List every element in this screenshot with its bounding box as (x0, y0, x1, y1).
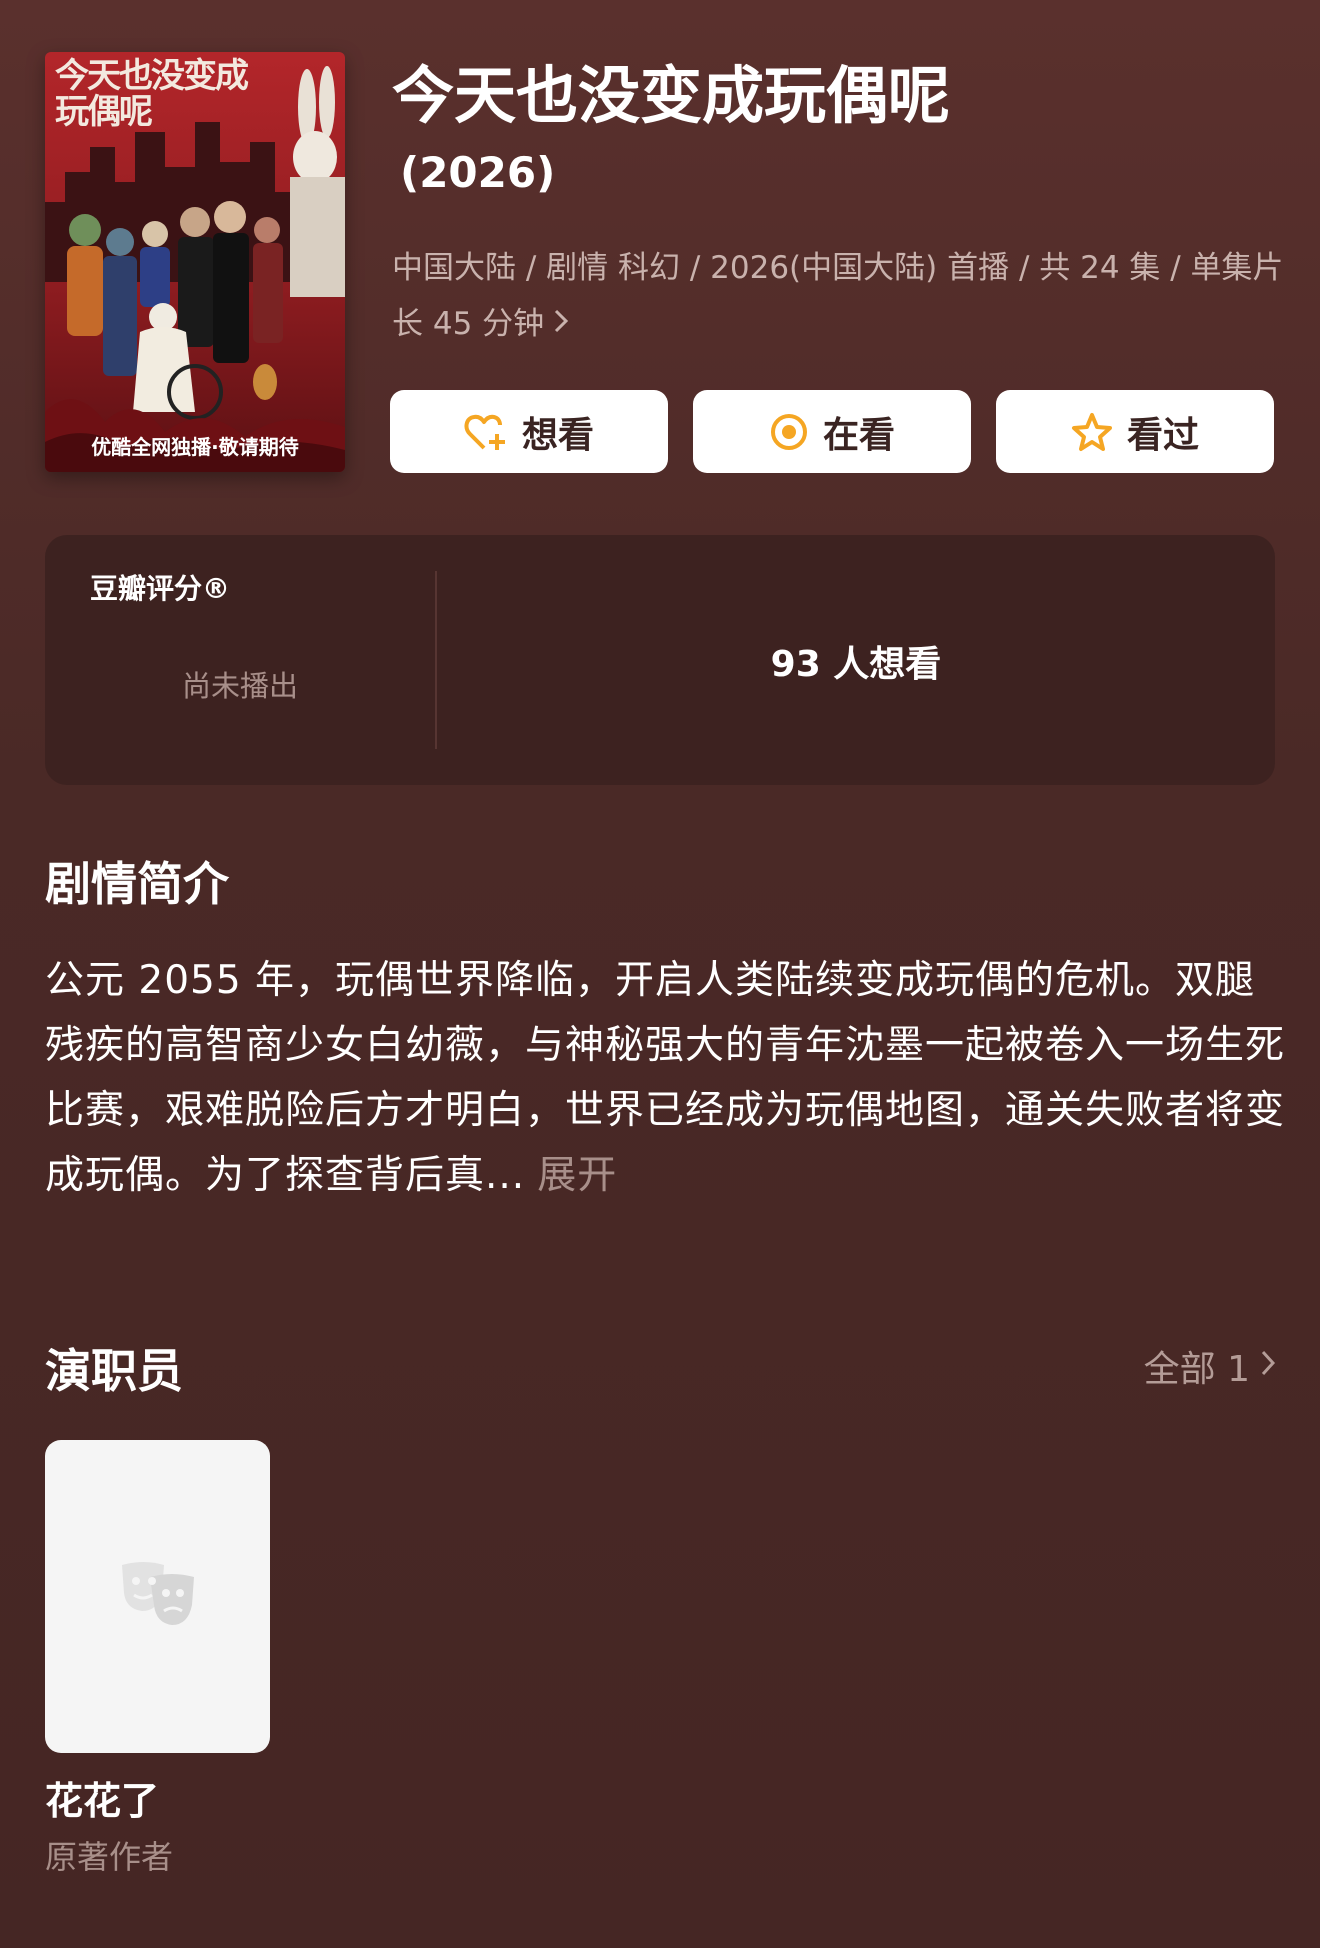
watched-button[interactable]: 看过 (996, 390, 1274, 473)
cast-role: 原著作者 (45, 1838, 174, 1876)
target-circle-icon (769, 412, 809, 452)
theater-mask-icon (118, 1559, 198, 1635)
poster-image[interactable]: 今天也没变成玩偶呢 优酷全网独播·敬请期待 (45, 52, 345, 472)
cast-name[interactable]: 花花了 (45, 1770, 159, 1825)
see-all-label: 全部 1 (1143, 1349, 1250, 1390)
watching-button-label: 在看 (822, 414, 895, 456)
watched-button-label: 看过 (1126, 414, 1199, 456)
show-title: 今天也没变成玩偶呢 (392, 59, 951, 132)
synopsis-text-block: 公元 2055 年，玩偶世界降临，开启人类陆续变成玩偶的危机。双腿残疾的高智商少… (45, 948, 1285, 1208)
see-all-cast-link[interactable]: 全部 1 (1144, 1340, 1278, 1392)
cast-heading: 演职员 (45, 1344, 183, 1398)
show-meta-text: 中国大陆 / 剧情 科幻 / 2026(中国大陆) 首播 / 共 24 集 / … (392, 250, 1284, 342)
rating-card[interactable]: 豆瓣评分® 尚未播出 93 人想看 (45, 535, 1275, 785)
rating-label: 豆瓣评分® (90, 572, 231, 605)
rating-status: 尚未播出 (181, 669, 298, 703)
chevron-right-icon (1258, 1346, 1278, 1387)
synopsis-text: 公元 2055 年，玩偶世界降临，开启人类陆续变成玩偶的危机。双腿残疾的高智商少… (45, 958, 1286, 1198)
poster-caption: 优酷全网独播·敬请期待 (91, 435, 299, 459)
poster-title-art: 今天也没变成玩偶呢 (55, 56, 249, 132)
want-button[interactable]: 想看 (390, 390, 668, 473)
cast-avatar[interactable] (45, 1440, 270, 1753)
want-count: 93 人想看 (770, 644, 942, 685)
want-button-label: 想看 (521, 414, 594, 456)
watching-button[interactable]: 在看 (693, 390, 971, 473)
chevron-right-icon (552, 296, 570, 352)
expand-link[interactable]: 展开 (537, 1153, 617, 1198)
show-year: (2026) (400, 148, 556, 197)
synopsis-heading: 剧情简介 (45, 857, 229, 911)
heart-plus-icon (464, 412, 508, 452)
star-icon (1071, 412, 1113, 452)
show-meta[interactable]: 中国大陆 / 剧情 科幻 / 2026(中国大陆) 首播 / 共 24 集 / … (392, 240, 1292, 352)
